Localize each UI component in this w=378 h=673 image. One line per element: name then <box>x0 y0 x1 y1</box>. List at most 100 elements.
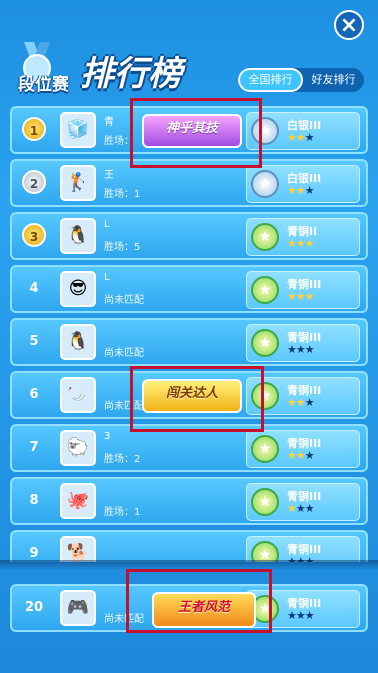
star-icon: ★ <box>287 609 297 622</box>
tier-box: ★ 青铜II ★★★ <box>246 218 360 256</box>
tier-box: ★ 青铜III ★★★ <box>246 324 360 362</box>
tier-stars: ★★★ <box>287 343 315 356</box>
tier-trophy-icon: ★ <box>251 541 279 562</box>
star-icon: ★ <box>295 237 306 250</box>
rank-number: 4 <box>29 281 39 296</box>
rank-number: 9 <box>29 546 39 561</box>
star-icon: ★ <box>295 290 306 303</box>
avatar[interactable]: 🐧 <box>60 218 96 254</box>
tier-trophy-icon: ★ <box>251 170 279 198</box>
close-button[interactable]: × <box>334 10 364 40</box>
star-icon: ★ <box>304 609 315 622</box>
player-win-count: 尚未匹配 <box>104 348 144 359</box>
leaderboard-row[interactable]: 8 🐙 胜场：1 ★ 青铜III ★★★ <box>10 477 368 525</box>
rank-cell: 3 <box>16 220 52 252</box>
star-icon: ★ <box>295 184 306 197</box>
tier-box: ★ 青铜III ★★★ <box>246 271 360 309</box>
star-icon: ★ <box>287 184 297 197</box>
rank-cell: 7 <box>16 432 52 464</box>
avatar[interactable]: 🏌 <box>60 165 96 201</box>
rank-cell: 4 <box>16 273 52 305</box>
leaderboard-header: 段位赛 排行榜 全国排行 好友排行 <box>0 38 378 100</box>
tier-stars: ★★★ <box>287 131 315 144</box>
tab-friends[interactable]: 好友排行 <box>303 68 364 92</box>
star-icon: ★ <box>287 502 297 515</box>
tier-trophy-icon: ★ <box>251 329 279 357</box>
player-win-count: 尚未匹配 <box>104 295 144 306</box>
rank-cell: 1 <box>16 114 52 146</box>
tier-stars: ★★★ <box>287 396 315 409</box>
rank-number: 7 <box>29 440 39 455</box>
avatar[interactable]: 🐕 <box>60 536 96 562</box>
star-icon: ★ <box>304 396 315 409</box>
player-name: 3 <box>104 431 111 442</box>
tier-box: ★ 白银III ★★★ <box>246 165 360 203</box>
rank-number: 8 <box>29 493 39 508</box>
ranking-tabs: 全国排行 好友排行 <box>238 68 364 92</box>
leaderboard-title: 排行榜 <box>80 54 182 94</box>
tier-stars: ★★★ <box>287 237 315 250</box>
rank-cell: 5 <box>16 326 52 358</box>
tier-trophy-icon: ★ <box>251 223 279 251</box>
leaderboard-row[interactable]: 9 🐕 ★ 青铜III ★★★ <box>10 530 368 562</box>
avatar[interactable]: 🐑 <box>60 430 96 466</box>
star-icon: ★ <box>287 396 297 409</box>
player-win-count: 胜场：2 <box>104 454 141 465</box>
avatar[interactable]: 🎮 <box>60 590 96 626</box>
rank-medal-icon: 2 <box>22 170 46 194</box>
player-name: L <box>104 219 110 230</box>
player-name: 王 <box>104 170 114 181</box>
star-icon: ★ <box>295 131 306 144</box>
avatar[interactable]: 🦢 <box>60 377 96 413</box>
star-icon: ★ <box>304 290 315 303</box>
tier-box: ★ 白银III ★★★ <box>246 112 360 150</box>
tab-national[interactable]: 全国排行 <box>238 68 303 92</box>
avatar[interactable]: 🧊 <box>60 112 96 148</box>
player-win-count: 胜场：1 <box>104 507 141 518</box>
star-icon: ★ <box>295 396 306 409</box>
tier-box: ★ 青铜III ★★★ <box>246 430 360 468</box>
tier-stars: ★★★ <box>287 290 315 303</box>
avatar[interactable]: 🐧 <box>60 324 96 360</box>
leaderboard-row[interactable]: 4 😎 L 尚未匹配 ★ 青铜III ★★★ <box>10 265 368 313</box>
tier-box: ★ 青铜III ★★★ <box>246 483 360 521</box>
highlight-box <box>130 366 264 432</box>
rank-medal-icon: 3 <box>22 223 46 247</box>
player-win-count: 胜场：5 <box>104 242 141 253</box>
rank-cell: 20 <box>16 592 52 624</box>
tier-box: ★ 青铜III ★★★ <box>246 536 360 562</box>
rank-cell: 9 <box>16 538 52 562</box>
rank-cell: 8 <box>16 485 52 517</box>
avatar[interactable]: 🐙 <box>60 483 96 519</box>
star-icon: ★ <box>287 343 297 356</box>
avatar[interactable]: 😎 <box>60 271 96 307</box>
leaderboard-list[interactable]: 1 🧊 青胜场： ★ 白银III ★★★ 神乎其技 2 🏌 王胜场：1 ★ 白银III ★★★ 3 🐧 L 胜场… <box>10 100 368 562</box>
rank-medal-icon: 1 <box>22 117 46 141</box>
highlight-box <box>126 569 272 633</box>
tier-stars: ★★★ <box>287 184 315 197</box>
star-icon: ★ <box>287 237 297 250</box>
star-icon: ★ <box>295 609 306 622</box>
player-name: 青 <box>104 117 114 128</box>
star-icon: ★ <box>304 184 315 197</box>
star-icon: ★ <box>304 449 315 462</box>
leaderboard-row[interactable]: 3 🐧 L 胜场：5 ★ 青铜II ★★★ <box>10 212 368 260</box>
star-icon: ★ <box>287 131 297 144</box>
star-icon: ★ <box>287 290 297 303</box>
tier-trophy-icon: ★ <box>251 435 279 463</box>
rank-number: 20 <box>24 600 44 615</box>
star-icon: ★ <box>287 449 297 462</box>
star-icon: ★ <box>304 131 315 144</box>
star-icon: ★ <box>304 343 315 356</box>
star-icon: ★ <box>295 343 306 356</box>
rank-cell: 6 <box>16 379 52 411</box>
rank-number: 6 <box>29 387 39 402</box>
rank-number: 5 <box>29 334 39 349</box>
leaderboard-row[interactable]: 5 🐧 尚未匹配 ★ 青铜III ★★★ <box>10 318 368 366</box>
star-icon: ★ <box>304 237 315 250</box>
tier-trophy-icon: ★ <box>251 488 279 516</box>
player-win-count: 胜场：1 <box>104 189 141 200</box>
tier-trophy-icon: ★ <box>251 276 279 304</box>
star-icon: ★ <box>295 502 306 515</box>
star-icon: ★ <box>304 502 315 515</box>
